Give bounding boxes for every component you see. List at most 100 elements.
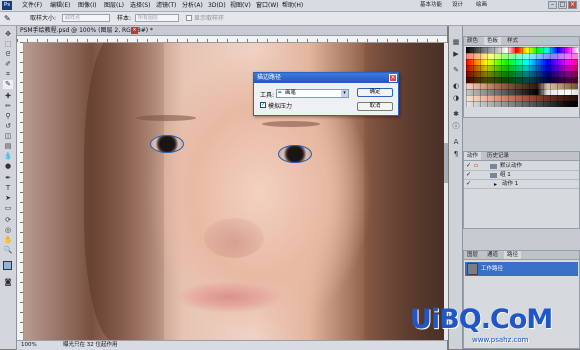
pen-tool-icon[interactable]: ✒	[3, 174, 13, 183]
actions-panel-icon[interactable]: ▶	[452, 50, 460, 58]
shape-tool-icon[interactable]: ▭	[3, 204, 13, 213]
menu-analysis[interactable]: 分析(A)	[182, 1, 203, 10]
menu-file[interactable]: 文件(F)	[22, 1, 42, 10]
maximize-button[interactable]: □	[558, 1, 567, 9]
lasso-tool-icon[interactable]: ᘓ	[3, 50, 13, 59]
workspace-painting[interactable]: 绘画	[476, 1, 487, 10]
tab-layers[interactable]: 图层	[464, 251, 481, 259]
eyedropper-tool-preset-icon[interactable]: ✎	[4, 14, 11, 23]
zoom-tool-icon[interactable]: 🔍	[3, 246, 13, 255]
eyedropper-tool-icon[interactable]: ✎	[3, 80, 13, 89]
show-sampling-ring-checkbox[interactable]	[186, 15, 192, 21]
workspace-design[interactable]: 设计	[452, 1, 463, 10]
path-select-tool-icon[interactable]: ➤	[3, 194, 13, 203]
brush-panel-icon[interactable]: ✎	[452, 66, 460, 74]
scrollbar-thumb[interactable]	[444, 143, 448, 183]
healing-brush-tool-icon[interactable]: ✚	[3, 92, 13, 101]
action-toggle-icon[interactable]: ✓	[466, 181, 472, 187]
brush-tool-icon[interactable]: ✏	[3, 102, 13, 111]
foreground-color-swatch[interactable]	[3, 261, 12, 270]
sample-size-select[interactable]: 取样点	[62, 14, 110, 22]
paragraph-panel-icon[interactable]: ¶	[452, 150, 460, 158]
action-item-row[interactable]: ✓ ▸ 动作 1	[464, 180, 579, 189]
dialog-title-bar[interactable]: 描边路径 ×	[254, 73, 398, 83]
eraser-tool-icon[interactable]: ◫	[3, 132, 13, 141]
tab-swatches[interactable]: 色板	[484, 37, 502, 45]
work-path-row[interactable]: 工作路径	[465, 262, 578, 276]
close-document-icon[interactable]: ×	[131, 27, 138, 34]
path-thumbnail	[467, 263, 478, 275]
vertical-scrollbar[interactable]	[444, 43, 448, 340]
menu-layer[interactable]: 图层(L)	[104, 1, 124, 10]
swatch-grid[interactable]	[466, 47, 578, 107]
work-path-label: 工作路径	[481, 266, 504, 272]
dialog-close-icon[interactable]: ×	[389, 74, 397, 82]
quick-select-tool-icon[interactable]: ✐	[3, 60, 13, 69]
3d-orbit-tool-icon[interactable]: ◎	[3, 226, 13, 235]
eyebrow-left	[136, 115, 196, 121]
expand-triangle-icon[interactable]: ▸	[494, 180, 497, 189]
brush-icon: ✏	[278, 90, 283, 96]
mouth	[174, 281, 284, 313]
folder-icon	[490, 164, 497, 169]
horizontal-ruler[interactable]	[17, 36, 447, 43]
info-panel-icon[interactable]: ⓘ	[452, 122, 460, 130]
menu-view[interactable]: 视图(V)	[230, 1, 251, 10]
tab-history[interactable]: 历史记录	[484, 152, 512, 160]
navigator-panel-icon[interactable]: ✱	[452, 110, 460, 118]
cancel-button[interactable]: 取消	[357, 102, 393, 111]
move-tool-icon[interactable]: ✥	[3, 30, 13, 39]
watermark-url: www.psahz.com	[472, 336, 529, 344]
sample-select[interactable]: 所有图层	[135, 14, 179, 22]
vertical-ruler[interactable]	[17, 42, 24, 340]
type-tool-icon[interactable]: T	[3, 184, 13, 193]
gradient-tool-icon[interactable]: ▤	[3, 142, 13, 151]
actions-panel: 动作 历史记录 ✓ ▫ 默认动作 ✓ 组 1 ✓ ▸ 动作 1	[463, 151, 580, 229]
chevron-down-icon[interactable]: ▾	[341, 90, 348, 97]
clone-stamp-tool-icon[interactable]: ⚲	[3, 112, 13, 121]
panels-dock: ▦ ▶ ✎ ◐ ◑ ✱ ⓘ A ¶ 颜色 色板 样式 动作 历史记录 ✓ ▫ 默…	[449, 26, 580, 349]
tab-styles[interactable]: 样式	[504, 37, 521, 45]
eye-left	[150, 135, 184, 153]
history-brush-tool-icon[interactable]: ↺	[3, 122, 13, 131]
action-group-row[interactable]: ✓ 组 1	[464, 171, 579, 180]
3d-rotate-tool-icon[interactable]: ⟳	[3, 216, 13, 225]
document-tab-bar: PSM手绘教程.psd @ 100% (图层 2, RGB/8#) * ×	[17, 26, 447, 36]
menu-select[interactable]: 选择(S)	[130, 1, 151, 10]
menu-window[interactable]: 窗口(W)	[256, 1, 279, 10]
action-toggle-icon[interactable]: ✓	[466, 172, 472, 178]
tool-select[interactable]: ✏ 画笔 ▾	[276, 89, 349, 98]
masks-panel-icon[interactable]: ◑	[452, 94, 460, 102]
tab-channels[interactable]: 通道	[484, 251, 501, 259]
adjustments-panel-icon[interactable]: ◐	[452, 82, 460, 90]
swatches-panel-tabs: 颜色 色板 样式	[464, 37, 579, 46]
quick-mask-icon[interactable]: ◙	[3, 278, 13, 287]
minimize-button[interactable]: –	[548, 1, 557, 9]
dodge-tool-icon[interactable]: ●	[3, 162, 13, 171]
dialog-toggle-icon[interactable]: ▫	[474, 163, 480, 169]
ok-button[interactable]: 确定	[357, 88, 393, 97]
menu-edit[interactable]: 编辑(E)	[50, 1, 70, 10]
crop-tool-icon[interactable]: ⌗	[3, 70, 13, 79]
action-set-row[interactable]: ✓ ▫ 默认动作	[464, 162, 579, 171]
character-panel-icon[interactable]: A	[452, 138, 460, 146]
close-app-button[interactable]: ×	[568, 1, 577, 9]
action-toggle-icon[interactable]: ✓	[466, 163, 472, 169]
menu-image[interactable]: 图像(I)	[78, 1, 96, 10]
hand-tool-icon[interactable]: ✋	[3, 236, 13, 245]
menu-3d[interactable]: 3D(D)	[208, 1, 226, 10]
menu-filter[interactable]: 滤镜(T)	[156, 1, 176, 10]
menu-help[interactable]: 帮助(H)	[282, 1, 303, 10]
marquee-tool-icon[interactable]: ⬚	[3, 40, 13, 49]
dialog-title: 描边路径	[257, 74, 282, 81]
hair-left	[84, 43, 164, 340]
tab-actions[interactable]: 动作	[464, 152, 482, 160]
tab-color[interactable]: 颜色	[464, 37, 481, 45]
action-group-label: 组 1	[500, 172, 511, 178]
simulate-pressure-checkbox[interactable]: ✓	[260, 102, 266, 108]
history-panel-icon[interactable]: ▦	[452, 38, 460, 46]
eye-right	[278, 145, 312, 163]
workspace-essentials[interactable]: 基本功能	[420, 1, 442, 10]
tab-paths[interactable]: 路径	[504, 251, 522, 259]
blur-tool-icon[interactable]: 💧	[3, 152, 13, 161]
